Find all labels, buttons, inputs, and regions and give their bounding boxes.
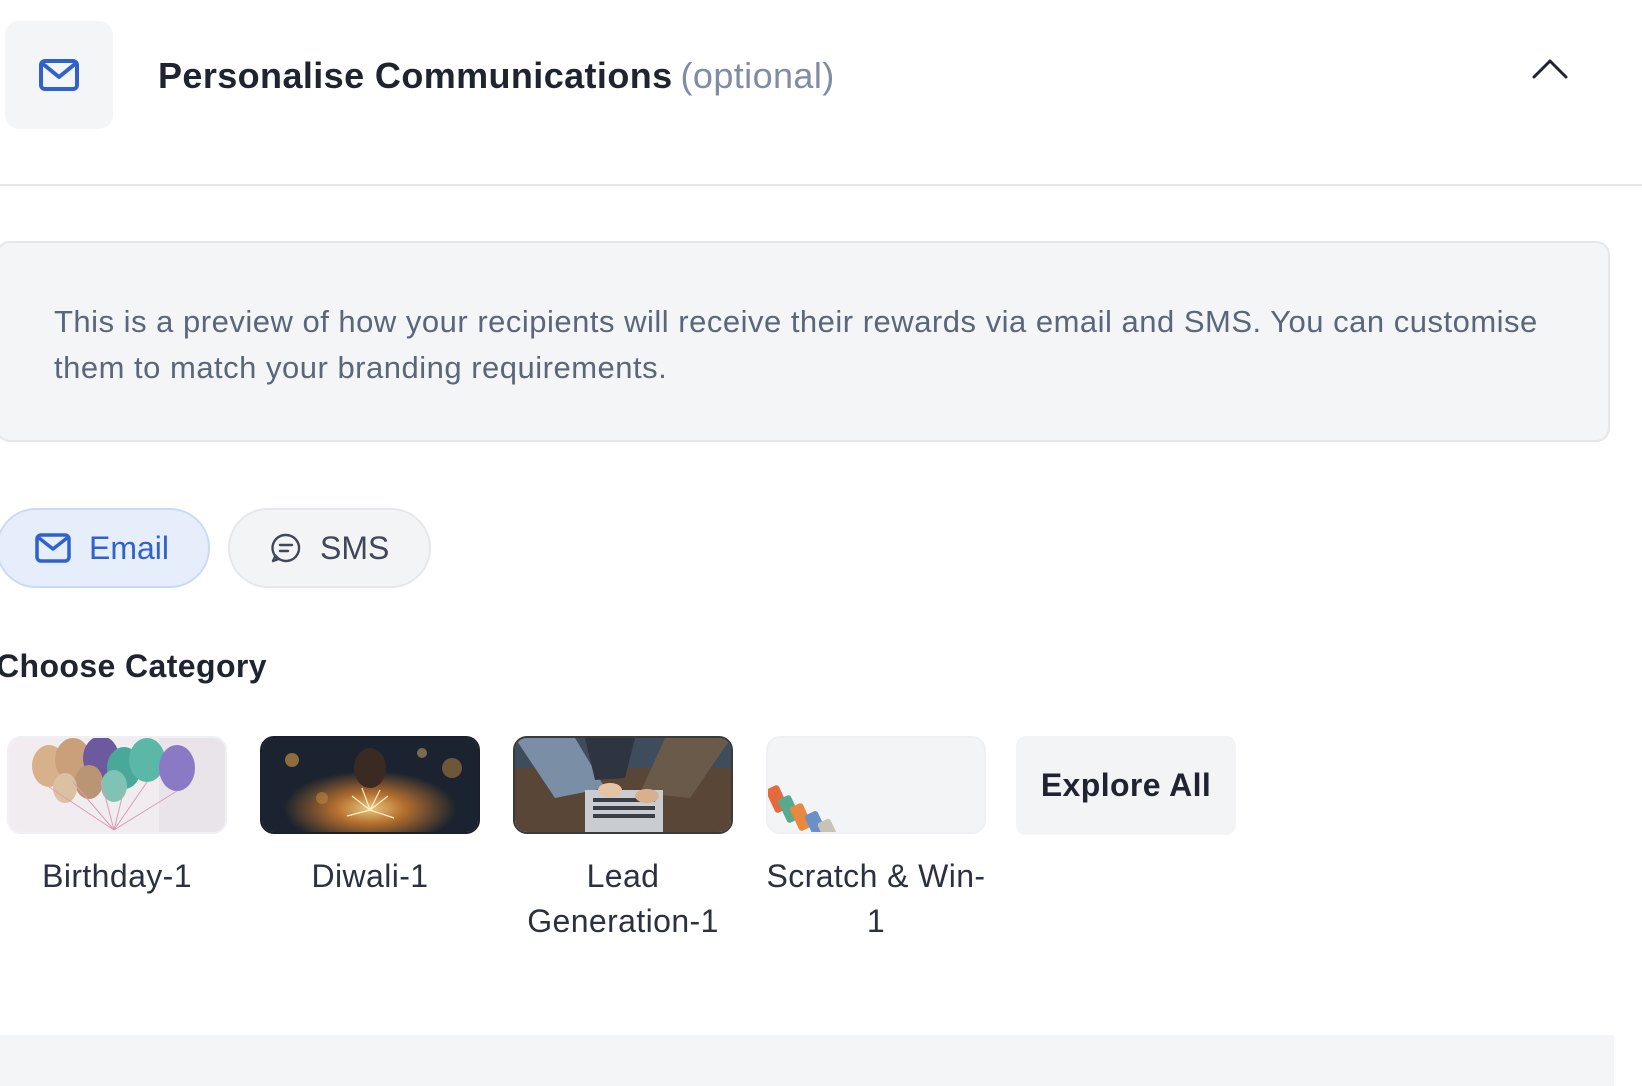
section-title-text: Personalise Communications — [158, 55, 673, 96]
category-scratch-win-label: Scratch & Win-1 — [766, 858, 986, 939]
preview-info-text: This is a preview of how your recipients… — [54, 304, 1538, 385]
category-diwali-label: Diwali-1 — [311, 858, 429, 894]
chevron-up-icon — [1532, 59, 1568, 79]
category-birthday-label: Birthday-1 — [42, 858, 192, 894]
tab-sms-label: SMS — [320, 529, 390, 566]
mail-icon — [39, 59, 79, 91]
sparkler-image — [260, 736, 480, 834]
mail-icon — [35, 533, 71, 563]
balloons-image — [7, 736, 227, 834]
bottom-panel — [0, 1035, 1614, 1086]
tab-sms-icon-wrap — [270, 532, 302, 564]
laptop-hands-image — [513, 736, 733, 834]
tab-email-label: Email — [89, 529, 170, 566]
explore-all-button[interactable]: Explore All — [1016, 736, 1236, 835]
category-scratch-win[interactable]: Scratch & Win-1 — [766, 736, 986, 944]
optional-label: (optional) — [680, 55, 835, 96]
tab-sms[interactable]: SMS — [228, 508, 431, 588]
preview-info-box: This is a preview of how your recipients… — [0, 241, 1610, 442]
collapse-button[interactable] — [1528, 46, 1572, 90]
chat-bubble-icon — [271, 533, 301, 563]
tab-email[interactable]: Email — [0, 508, 210, 588]
tab-email-icon-wrap — [35, 533, 71, 563]
section-icon-box — [5, 21, 113, 129]
choose-category-heading: Choose Category — [0, 648, 267, 684]
category-lead-generation-label: Lead Generation-1 — [527, 858, 719, 939]
category-lead-generation[interactable]: Lead Generation-1 — [513, 736, 733, 944]
section-title: Personalise Communications (optional) — [158, 52, 835, 100]
category-birthday[interactable]: Birthday-1 — [7, 736, 227, 899]
section-header[interactable]: Personalise Communications (optional) — [0, 0, 1642, 186]
category-diwali[interactable]: Diwali-1 — [260, 736, 480, 899]
scratch-cards-image — [766, 736, 986, 834]
